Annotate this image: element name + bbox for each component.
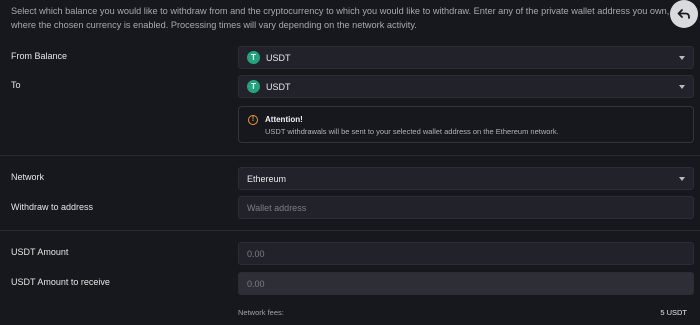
- divider: [0, 155, 700, 156]
- amount-receive-placeholder: 0.00: [247, 278, 265, 289]
- to-label: To: [11, 80, 21, 90]
- from-balance-label: From Balance: [11, 51, 68, 61]
- notice-text: USDT withdrawals will be sent to your se…: [265, 127, 559, 136]
- withdraw-address-label: Withdraw to address: [11, 202, 94, 212]
- tether-icon: T: [247, 51, 260, 64]
- from-balance-select[interactable]: T USDT: [238, 46, 694, 69]
- intro-text: Select which balance you would like to w…: [11, 6, 670, 30]
- warning-icon: !: [248, 115, 258, 125]
- chevron-down-icon: [679, 85, 685, 89]
- to-currency-value: USDT: [266, 81, 291, 92]
- network-fees-label: Network fees:: [238, 308, 284, 317]
- amount-receive-label: USDT Amount to receive: [11, 277, 110, 287]
- amount-label: USDT Amount: [11, 247, 69, 257]
- from-balance-value: USDT: [266, 52, 291, 63]
- to-currency-select[interactable]: T USDT: [238, 75, 694, 98]
- amount-receive-input: 0.00: [238, 272, 694, 295]
- amount-input[interactable]: 0.00: [238, 242, 694, 265]
- network-label: Network: [11, 172, 45, 182]
- notice-title: Attention!: [265, 115, 303, 124]
- divider: [0, 230, 700, 231]
- wallet-address-placeholder: Wallet address: [247, 202, 307, 213]
- back-arrow-icon: [677, 9, 690, 19]
- network-value: Ethereum: [247, 173, 287, 184]
- amount-placeholder: 0.00: [247, 248, 265, 259]
- tether-icon: T: [247, 80, 260, 93]
- back-button[interactable]: [670, 0, 698, 28]
- network-fees-value: 5 USDT: [660, 308, 687, 317]
- wallet-address-input[interactable]: Wallet address: [238, 196, 694, 219]
- chevron-down-icon: [679, 177, 685, 181]
- attention-notice: ! Attention! USDT withdrawals will be se…: [238, 106, 694, 143]
- network-select[interactable]: Ethereum: [238, 167, 694, 190]
- chevron-down-icon: [679, 56, 685, 60]
